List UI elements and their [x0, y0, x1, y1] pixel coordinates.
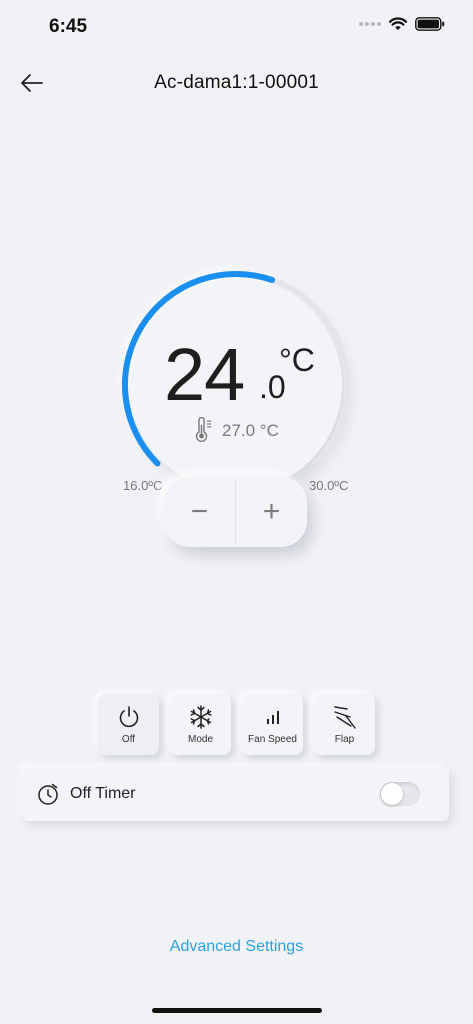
off-timer-row: Off Timer [23, 767, 449, 821]
cellular-signal-icon [359, 22, 381, 26]
flap-button[interactable]: Flap [314, 694, 375, 755]
max-temp-label: 30.0ºC [309, 478, 349, 493]
decrease-temp-button[interactable]: − [164, 477, 235, 547]
off-timer-label: Off Timer [70, 785, 136, 802]
battery-icon [415, 17, 445, 31]
advanced-settings-link[interactable]: Advanced Settings [0, 938, 473, 956]
home-indicator [152, 1008, 322, 1013]
power-icon [119, 706, 138, 728]
wifi-icon [389, 17, 407, 30]
snowflake-icon [189, 705, 212, 729]
temperature-unit: °C [279, 342, 315, 378]
status-time: 6:45 [49, 16, 88, 37]
flap-label: Flap [334, 734, 355, 745]
increase-temp-button[interactable]: + [236, 477, 307, 547]
status-icons [359, 17, 445, 31]
mode-button[interactable]: Mode [170, 694, 231, 755]
off-timer-toggle[interactable] [380, 782, 420, 806]
power-button[interactable]: Off [98, 694, 159, 755]
page-title: Ac-dama1:1-00001 [154, 72, 319, 93]
ac-control-screen: 6:45 Ac-dama1:1-00001 24 .0 °C 27.0 °C 1… [0, 0, 473, 1024]
min-temp-label: 16.0ºC [123, 478, 163, 493]
temperature-stepper: − + [164, 477, 307, 547]
thermometer-icon [195, 417, 211, 442]
room-temperature: 27.0 °C [222, 421, 279, 440]
fan-speed-label: Fan Speed [248, 734, 297, 745]
toggle-knob [381, 783, 403, 805]
mode-label: Mode [187, 734, 213, 745]
power-label: Off [121, 734, 136, 745]
flap-icon [333, 706, 356, 729]
fan-speed-button[interactable]: Fan Speed [242, 694, 303, 755]
control-buttons: Off Mode Fan Speed Flap [98, 694, 375, 755]
set-temperature: 24 [164, 333, 245, 416]
fan-speed-icon [266, 711, 279, 724]
alarm-clock-icon [38, 783, 58, 805]
